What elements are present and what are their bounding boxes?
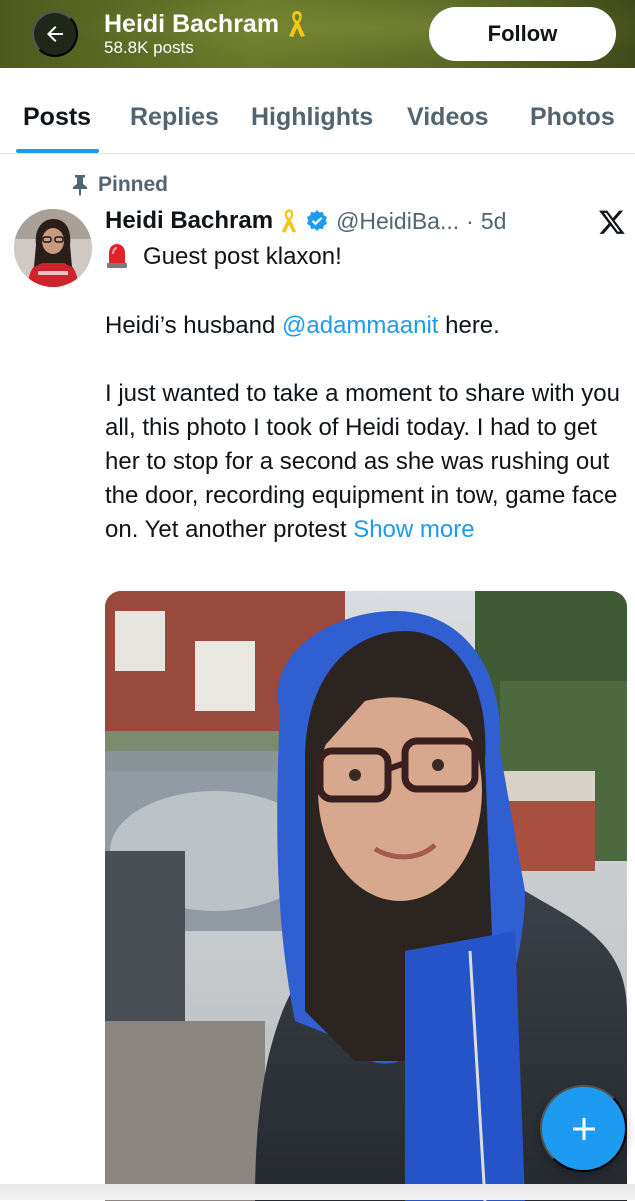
- post-handle[interactable]: @HeidiBa...: [336, 208, 459, 235]
- post-paragraph-3: I just wanted to take a moment to share …: [105, 377, 630, 547]
- header-name: Heidi Bachram: [104, 9, 280, 38]
- separator-dot: ·: [466, 207, 474, 234]
- yellow-ribbon-icon: [281, 209, 297, 233]
- profile-tabs: Posts Replies Highlights Videos Photos: [0, 96, 635, 154]
- post-timestamp[interactable]: 5d: [481, 208, 507, 235]
- tab-photos[interactable]: Photos: [530, 103, 615, 132]
- tab-replies[interactable]: Replies: [130, 103, 219, 132]
- header-title: Heidi Bachram: [104, 9, 307, 39]
- paragraph-2-suffix: here.: [438, 312, 500, 339]
- bio-fragment: [0, 68, 635, 76]
- mention-link[interactable]: @adammaanit: [282, 312, 438, 339]
- yellow-ribbon-icon: [289, 11, 306, 37]
- post-author-name[interactable]: Heidi Bachram: [105, 207, 273, 235]
- post-line-1-text: Guest post klaxon!: [143, 243, 342, 270]
- plus-icon: [572, 1117, 595, 1140]
- back-button[interactable]: [32, 11, 78, 57]
- active-tab-indicator: [16, 149, 99, 153]
- follow-button[interactable]: Follow: [429, 7, 616, 61]
- compose-post-button[interactable]: [540, 1085, 627, 1172]
- pinned-label: Pinned: [98, 173, 169, 196]
- x-logo-icon: [599, 210, 625, 234]
- police-light-icon: [107, 244, 127, 268]
- profile-header: Heidi Bachram 58.8K posts Follow: [0, 0, 635, 68]
- arrow-left-icon: [47, 26, 63, 42]
- post-line-1: Guest post klaxon!: [105, 240, 630, 274]
- show-more-link[interactable]: Show more: [353, 516, 474, 543]
- pinned-indicator: Pinned: [72, 173, 168, 197]
- post-paragraph-2: Heidi’s husband @adammaanit here.: [105, 309, 630, 343]
- paragraph-2-prefix: Heidi’s husband: [105, 312, 283, 339]
- post-header: Heidi Bachram @HeidiBa... · 5d: [105, 207, 625, 235]
- avatar-image: [14, 209, 92, 287]
- bottom-edge: [0, 1184, 635, 1200]
- verified-badge-icon: [307, 210, 328, 231]
- tab-highlights[interactable]: Highlights: [251, 103, 373, 132]
- tab-videos[interactable]: Videos: [407, 103, 489, 132]
- posts-count: 58.8K posts: [104, 38, 194, 57]
- tab-posts[interactable]: Posts: [23, 103, 91, 132]
- avatar[interactable]: [14, 209, 92, 287]
- pin-icon: [73, 175, 87, 196]
